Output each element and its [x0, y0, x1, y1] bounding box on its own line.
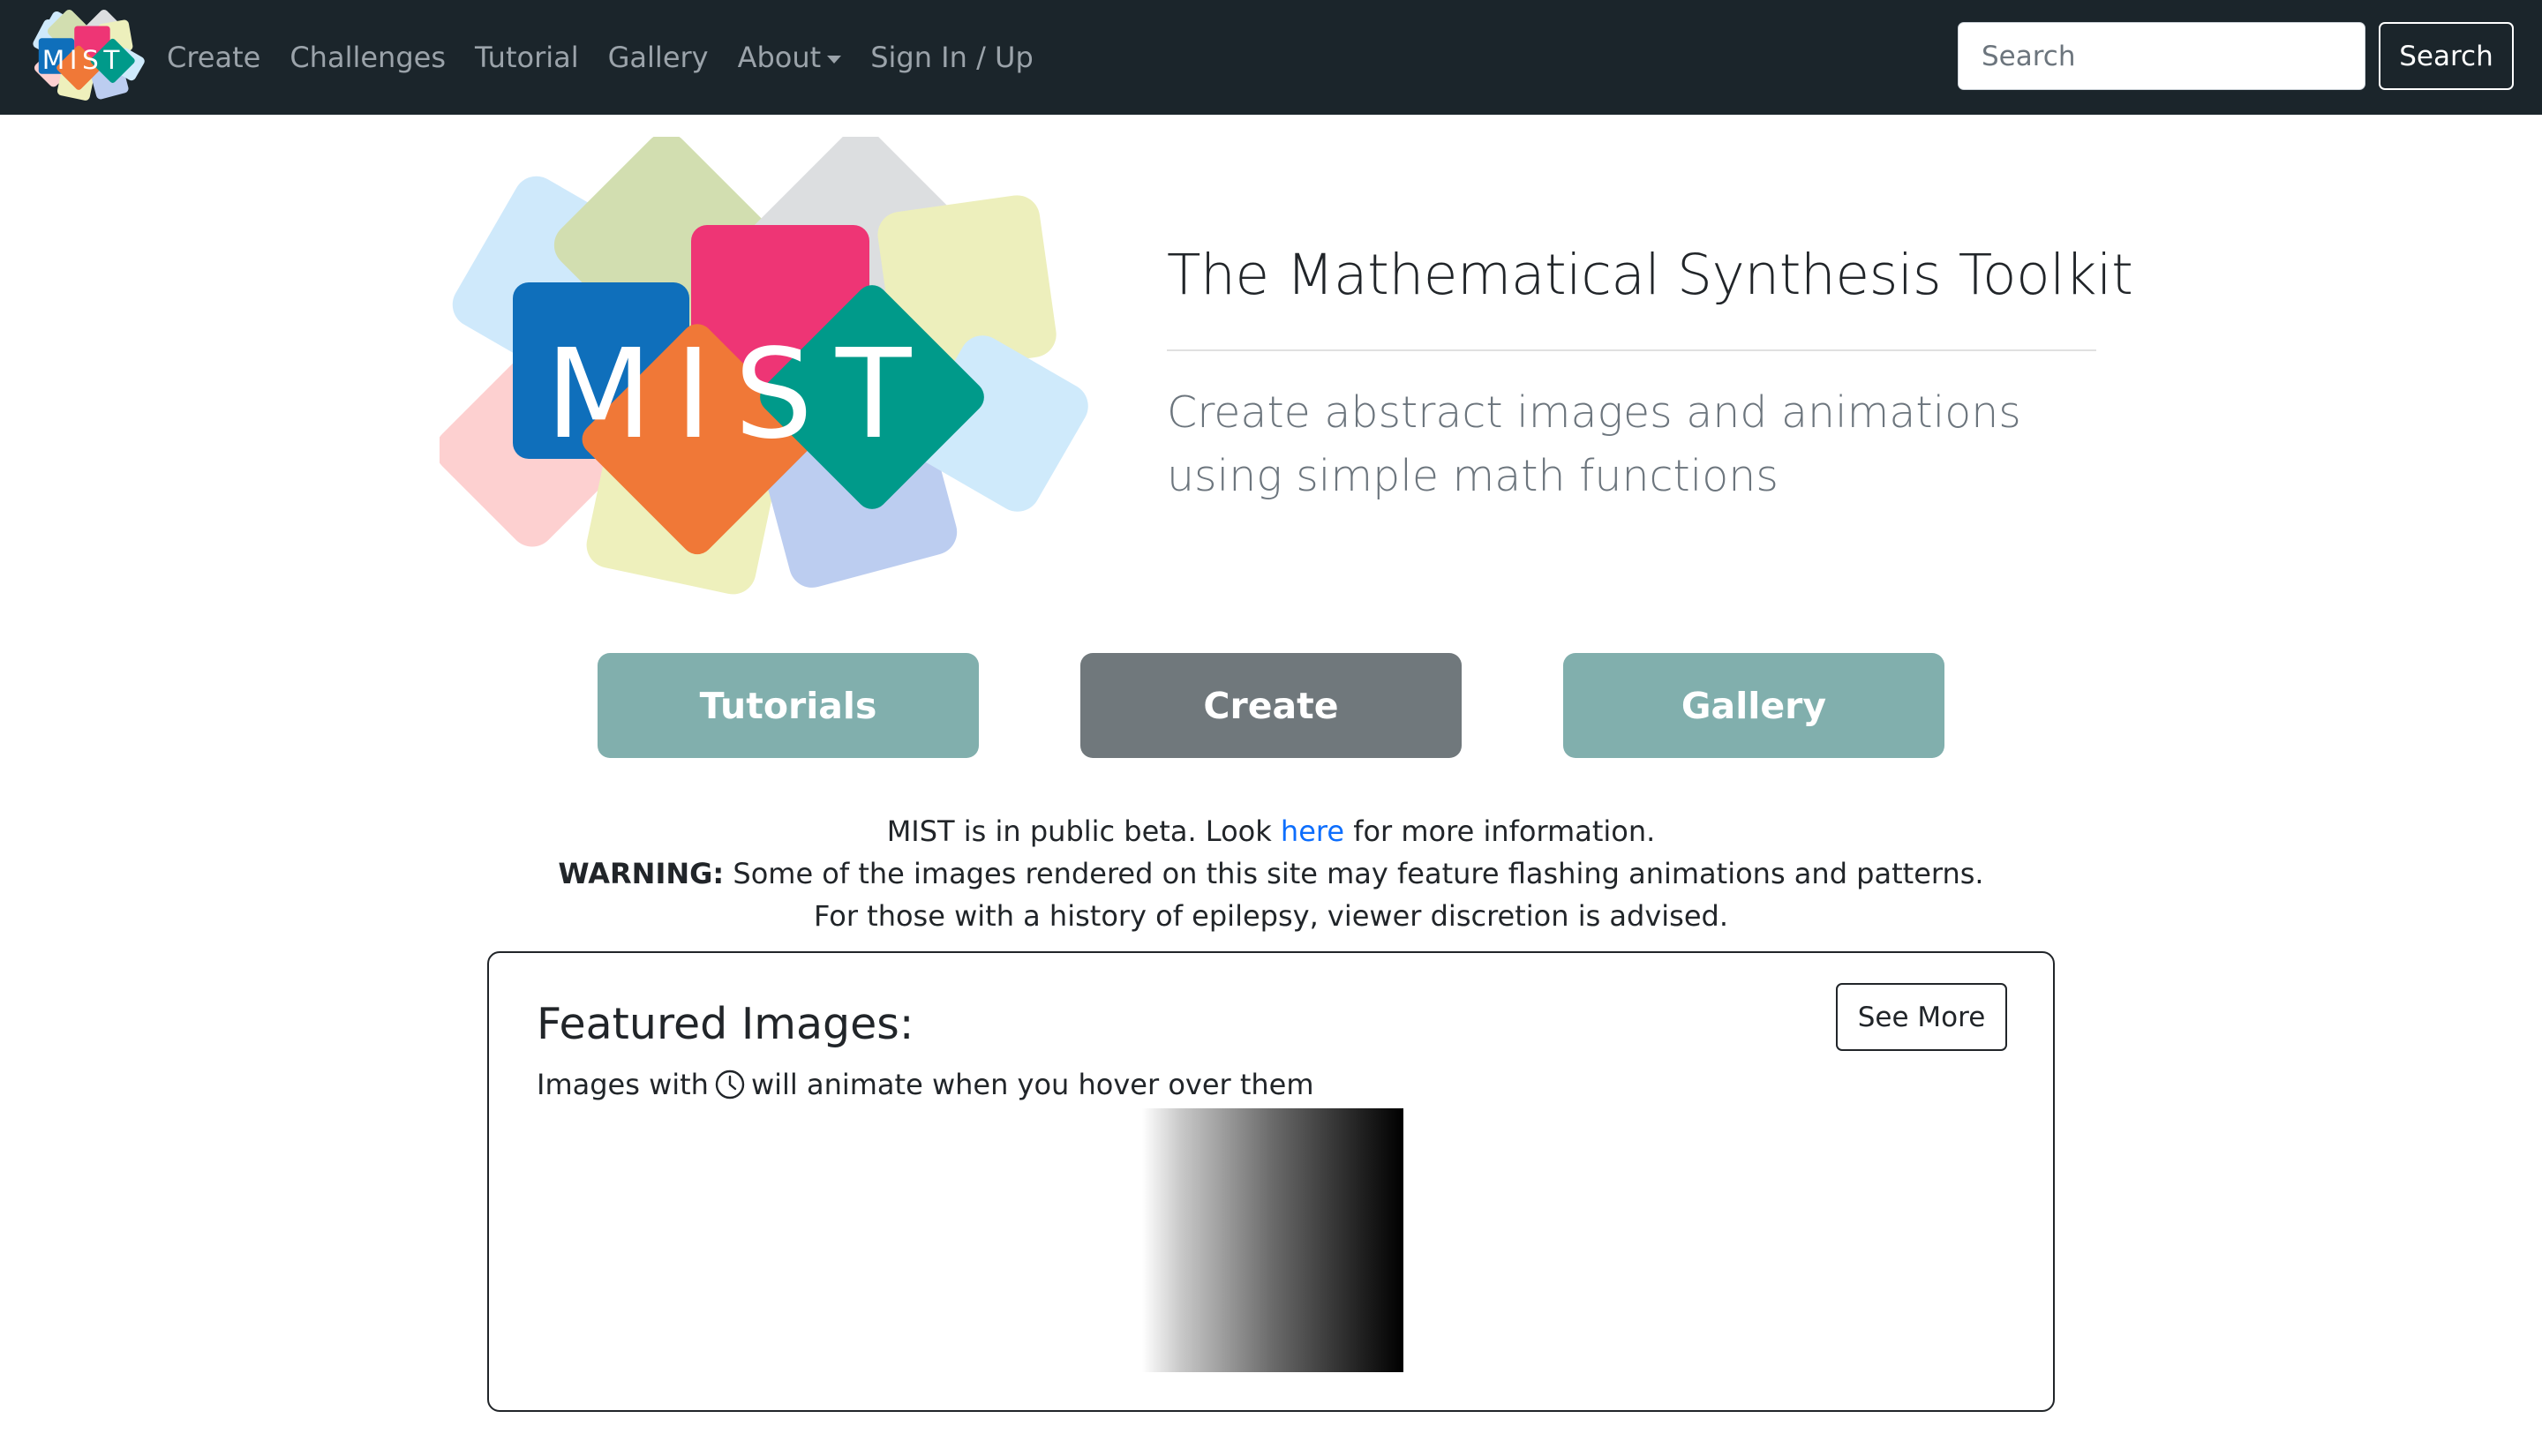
mist-hero-logo-icon: MIST: [440, 137, 1088, 595]
featured-note-after: will animate when you hover over them: [750, 1068, 1314, 1101]
beta-notice: MIST is in public beta. Look here for mo…: [0, 810, 2542, 937]
featured-note: Images with will animate when you hover …: [537, 1068, 1314, 1101]
hero-subtitle: Create abstract images and animations us…: [1167, 381, 2049, 508]
search-button[interactable]: Search: [2379, 22, 2514, 90]
nav-link-about-dropdown[interactable]: About: [738, 41, 842, 74]
nav-link-challenges[interactable]: Challenges: [290, 41, 446, 74]
search-input[interactable]: [1958, 22, 2365, 90]
beta-text-after: for more information.: [1344, 814, 1656, 848]
warning-label: WARNING:: [558, 857, 725, 890]
featured-images-card: Featured Images: Images with will animat…: [487, 951, 2055, 1412]
caret-down-icon: [827, 55, 842, 64]
hero-subtitle-line-1: Create abstract images and animations: [1167, 387, 2021, 438]
page-title: The Mathematical Synthesis Toolkit: [1167, 243, 2133, 307]
hero-subtitle-line-2: using simple math functions: [1167, 451, 1779, 501]
beta-line: MIST is in public beta. Look here for mo…: [0, 810, 2542, 852]
featured-image-thumbnail[interactable]: [1142, 1108, 1403, 1372]
nav-link-tutorial[interactable]: Tutorial: [475, 41, 579, 74]
epilepsy-line: For those with a history of epilepsy, vi…: [813, 899, 1729, 933]
warning-text: Some of the images rendered on this site…: [724, 857, 1984, 890]
tutorials-button[interactable]: Tutorials: [598, 653, 979, 758]
gallery-button[interactable]: Gallery: [1563, 653, 1944, 758]
beta-info-link[interactable]: here: [1281, 814, 1344, 848]
warning-line: WARNING: Some of the images rendered on …: [0, 852, 2542, 895]
beta-text-before: MIST is in public beta. Look: [886, 814, 1281, 848]
nav-link-gallery[interactable]: Gallery: [608, 41, 709, 74]
svg-text:MIST: MIST: [42, 45, 124, 75]
mist-logo-icon[interactable]: MIST: [25, 9, 155, 104]
hero-divider: [1167, 349, 2096, 351]
see-more-button[interactable]: See More: [1836, 983, 2007, 1051]
nav-links: Create Challenges Tutorial Gallery About…: [167, 0, 1063, 115]
nav-link-about-label: About: [737, 41, 822, 74]
nav-link-sign-in[interactable]: Sign In / Up: [870, 41, 1034, 74]
featured-note-before: Images with: [537, 1068, 709, 1101]
featured-title: Featured Images:: [537, 999, 914, 1049]
clock-icon: [715, 1069, 745, 1100]
nav-link-create[interactable]: Create: [167, 41, 260, 74]
hero-logo-text: MIST: [545, 323, 934, 467]
top-navbar: MIST Create Challenges Tutorial Gallery …: [0, 0, 2542, 115]
create-button[interactable]: Create: [1080, 653, 1462, 758]
